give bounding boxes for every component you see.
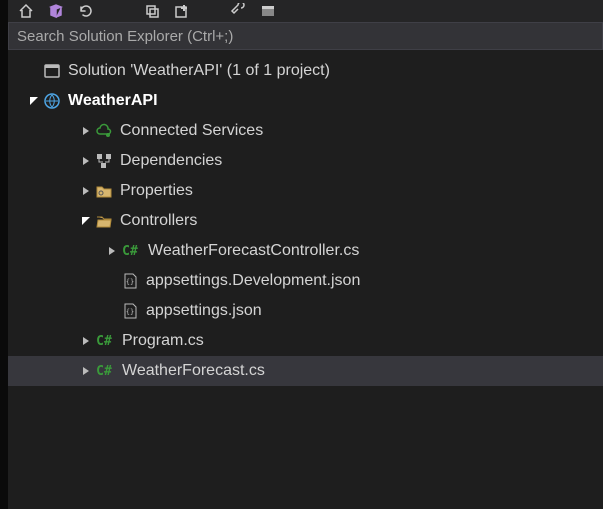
collapse-arrow-icon[interactable] xyxy=(78,123,94,139)
wrench-folder-icon xyxy=(94,181,114,201)
collapse-arrow-icon[interactable] xyxy=(78,153,94,169)
properties-label: Properties xyxy=(120,182,193,200)
weather-controller-file[interactable]: C# WeatherForecastController.cs xyxy=(8,236,603,266)
collapse-arrow-icon[interactable] xyxy=(78,183,94,199)
project-label: WeatherAPI xyxy=(68,92,158,110)
properties-node[interactable]: Properties xyxy=(8,176,603,206)
expand-arrow-icon[interactable] xyxy=(78,213,94,229)
dependencies-icon xyxy=(94,151,114,171)
toolbar-refresh-icon[interactable] xyxy=(74,1,98,21)
solution-node[interactable]: Solution 'WeatherAPI' (1 of 1 project) xyxy=(8,56,603,86)
csharp-icon: C# xyxy=(120,244,140,259)
search-input[interactable]: Search Solution Explorer (Ctrl+;) xyxy=(8,22,603,50)
json-file-icon: {} xyxy=(120,301,140,321)
dependencies-label: Dependencies xyxy=(120,152,222,170)
connected-services-label: Connected Services xyxy=(120,122,263,140)
toolbar-copy-icon[interactable] xyxy=(140,1,164,21)
json-file-icon: {} xyxy=(120,271,140,291)
svg-text:{}: {} xyxy=(126,308,134,316)
collapse-arrow-icon[interactable] xyxy=(104,243,120,259)
toolbar-window-icon[interactable] xyxy=(256,1,280,21)
controllers-folder[interactable]: Controllers xyxy=(8,206,603,236)
cloud-icon xyxy=(94,121,114,141)
file-label: appsettings.Development.json xyxy=(146,272,360,290)
file-label: appsettings.json xyxy=(146,302,262,320)
appsettings-dev-file[interactable]: {} appsettings.Development.json xyxy=(8,266,603,296)
program-file[interactable]: C# Program.cs xyxy=(8,326,603,356)
svg-text:{}: {} xyxy=(126,278,134,286)
csharp-icon: C# xyxy=(94,364,114,379)
controllers-label: Controllers xyxy=(120,212,197,230)
toolbar-home-icon[interactable] xyxy=(14,1,38,21)
expand-arrow-icon[interactable] xyxy=(26,93,42,109)
file-label: WeatherForecast.cs xyxy=(122,362,265,380)
collapse-arrow-icon[interactable] xyxy=(78,333,94,349)
appsettings-file[interactable]: {} appsettings.json xyxy=(8,296,603,326)
file-label: WeatherForecastController.cs xyxy=(148,242,359,260)
collapse-arrow-icon[interactable] xyxy=(78,363,94,379)
csproj-icon xyxy=(42,91,62,111)
project-node[interactable]: WeatherAPI xyxy=(8,86,603,116)
search-placeholder: Search Solution Explorer (Ctrl+;) xyxy=(17,28,233,45)
file-label: Program.cs xyxy=(122,332,204,350)
toolbar-add-icon[interactable] xyxy=(170,1,194,21)
solution-tree: Solution 'WeatherAPI' (1 of 1 project) W… xyxy=(8,50,603,509)
toolbar xyxy=(8,0,603,22)
dependencies-node[interactable]: Dependencies xyxy=(8,146,603,176)
weather-forecast-file[interactable]: C# WeatherForecast.cs xyxy=(8,356,603,386)
folder-open-icon xyxy=(94,211,114,231)
csharp-icon: C# xyxy=(94,334,114,349)
solution-label: Solution 'WeatherAPI' (1 of 1 project) xyxy=(68,62,330,80)
toolbar-wrench-icon[interactable] xyxy=(226,1,250,21)
toolbar-solution-icon[interactable] xyxy=(44,1,68,21)
solution-icon xyxy=(42,61,62,81)
connected-services-node[interactable]: Connected Services xyxy=(8,116,603,146)
